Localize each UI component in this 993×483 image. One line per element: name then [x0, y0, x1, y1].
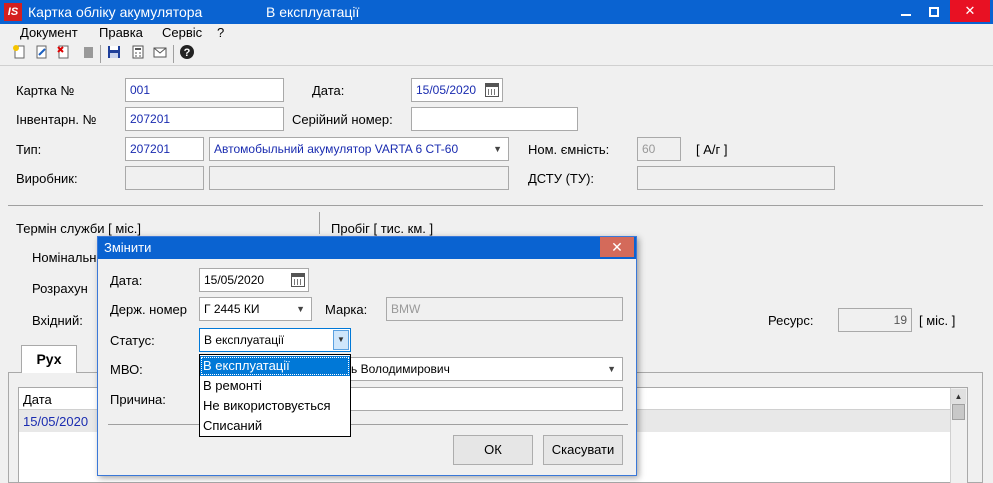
inventory-field[interactable]: 207201 — [125, 107, 284, 131]
vertical-divider — [319, 212, 320, 234]
disabled-icon[interactable] — [78, 44, 98, 64]
mvo-value: ь Володимирович — [351, 362, 450, 376]
brand-label: Марка: — [325, 302, 368, 317]
mvo-label: МВО: — [110, 362, 143, 377]
scroll-up-icon[interactable]: ▲ — [951, 389, 966, 404]
close-window-button[interactable]: ✕ — [950, 0, 990, 22]
dialog-date-label: Дата: — [110, 273, 143, 288]
maker-code-field — [125, 166, 204, 190]
reason-label: Причина: — [110, 392, 166, 407]
calculator-icon[interactable] — [128, 44, 148, 64]
app-logo-icon: IS — [4, 3, 22, 21]
status-option-repair[interactable]: В ремонті — [200, 376, 350, 396]
status-value: В експлуатації — [204, 333, 285, 347]
chevron-down-icon[interactable]: ▼ — [607, 358, 616, 380]
cancel-button[interactable]: Скасувати — [543, 435, 623, 465]
capacity-label: Ном. ємність: — [528, 142, 610, 157]
dialog-date-value: 15/05/2020 — [204, 273, 265, 287]
mail-icon[interactable] — [150, 44, 170, 64]
resource-unit: [ міс. ] — [919, 313, 956, 328]
maker-label: Виробник: — [16, 171, 78, 186]
mileage-label: Пробіг [ тис. км. ] — [331, 221, 434, 236]
toolbar: ? — [0, 42, 993, 66]
delete-doc-icon[interactable] — [54, 44, 74, 64]
window-status: В експлуатації — [266, 4, 360, 20]
date-field[interactable]: 15/05/2020 — [411, 78, 503, 102]
close-icon: ✕ — [611, 239, 623, 255]
minimize-icon — [901, 13, 911, 16]
serial-field[interactable] — [411, 107, 578, 131]
status-combo[interactable]: В експлуатації ▼ — [199, 328, 351, 352]
service-life-label: Термін служби [ міс.] — [16, 221, 141, 236]
capacity-field: 60 — [637, 137, 681, 161]
grid-column-date[interactable]: Дата — [23, 392, 52, 407]
maximize-icon — [929, 6, 939, 17]
edit-doc-icon[interactable] — [32, 44, 52, 64]
calendar-icon[interactable] — [485, 83, 499, 97]
plate-combo[interactable]: Г 2445 КИ ▼ — [199, 297, 312, 321]
calendar-icon[interactable] — [291, 273, 305, 287]
status-label: Статус: — [110, 333, 155, 348]
reason-field[interactable] — [346, 387, 623, 411]
dialog-divider — [108, 424, 628, 425]
status-option-written-off[interactable]: Списаний — [200, 416, 350, 436]
scrollbar-thumb[interactable] — [952, 404, 965, 420]
dstu-field — [637, 166, 835, 190]
new-doc-icon[interactable] — [10, 44, 30, 64]
resource-field: 19 — [838, 308, 912, 332]
status-dropdown-list: В експлуатації В ремонті Не використовує… — [199, 354, 351, 437]
chevron-down-icon[interactable]: ▼ — [296, 298, 305, 320]
dialog-title: Змінити — [104, 240, 152, 255]
menu-document[interactable]: Документ — [20, 24, 78, 42]
maker-name-field — [209, 166, 509, 190]
date-label: Дата: — [312, 83, 345, 98]
card-no-label: Картка № — [16, 83, 75, 98]
save-icon[interactable] — [104, 44, 124, 64]
type-label: Тип: — [16, 142, 42, 157]
resource-label: Ресурс: — [768, 313, 814, 328]
date-value: 15/05/2020 — [416, 83, 477, 97]
dstu-label: ДСТУ (ТУ): — [528, 171, 595, 186]
menu-help[interactable]: ? — [217, 24, 224, 42]
plate-label: Держ. номер — [110, 302, 187, 317]
plate-value: Г 2445 КИ — [204, 302, 260, 316]
status-option-unused[interactable]: Не використовується — [200, 396, 350, 416]
chevron-down-icon[interactable]: ▼ — [333, 330, 349, 350]
maximize-button[interactable] — [920, 0, 948, 22]
section-divider — [8, 205, 983, 206]
menu-service[interactable]: Сервіс — [162, 24, 202, 42]
type-name-value: Автомобыльний акумулятор VARTA 6 CT-60 — [214, 142, 459, 156]
menu-edit[interactable]: Правка — [99, 24, 143, 42]
ok-button[interactable]: ОК — [453, 435, 533, 465]
card-no-field[interactable]: 001 — [125, 78, 284, 102]
help-icon[interactable]: ? — [177, 44, 197, 64]
brand-field: BMW — [386, 297, 623, 321]
type-name-combo[interactable]: Автомобыльний акумулятор VARTA 6 CT-60 ▼ — [209, 137, 509, 161]
menu-bar: Документ Правка Сервіс ? — [0, 24, 993, 42]
serial-label: Серійний номер: — [292, 112, 393, 127]
status-option-in-use[interactable]: В експлуатації — [200, 356, 350, 376]
tab-movement[interactable]: Рух — [21, 345, 77, 373]
calculated-label: Розрахун — [32, 281, 88, 296]
nominal-label: Номінальн — [32, 250, 97, 265]
dialog-date-field[interactable]: 15/05/2020 — [199, 268, 309, 292]
dialog-close-button[interactable]: ✕ — [600, 237, 634, 257]
close-icon: ✕ — [964, 3, 976, 18]
toolbar-separator — [100, 45, 101, 63]
window-title: Картка обліку акумулятора — [28, 4, 203, 20]
help-glyph: ? — [184, 47, 191, 59]
inventory-label: Інвентарн. № — [16, 112, 97, 127]
table-cell-date: 15/05/2020 — [23, 414, 89, 429]
window-titlebar: IS Картка обліку акумулятора В експлуата… — [0, 0, 993, 24]
mvo-combo[interactable]: ь Володимирович ▼ — [346, 357, 623, 381]
type-code-field[interactable]: 207201 — [125, 137, 204, 161]
dialog-titlebar: Змінити — [98, 237, 636, 259]
minimize-button[interactable] — [892, 0, 920, 22]
capacity-unit: [ А/г ] — [696, 142, 728, 157]
toolbar-separator — [173, 45, 174, 63]
input-label: Вхідний: — [32, 313, 83, 328]
chevron-down-icon[interactable]: ▼ — [493, 138, 502, 160]
